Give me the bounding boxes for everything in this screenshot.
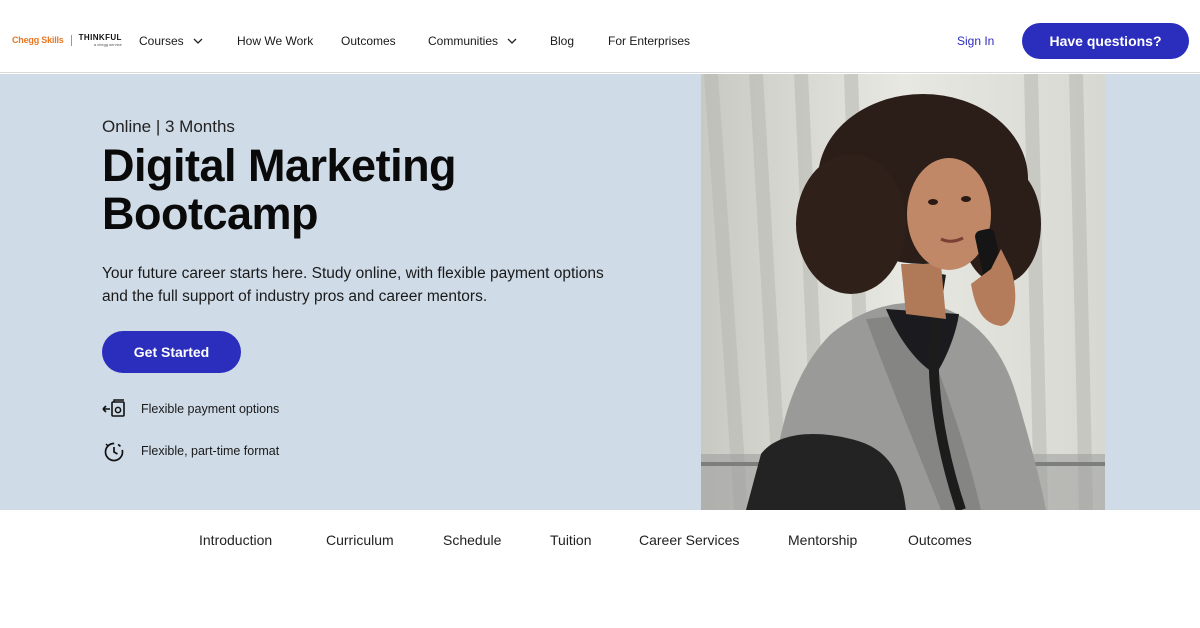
chevron-down-icon [507, 38, 517, 44]
have-questions-button[interactable]: Have questions? [1022, 23, 1189, 59]
tab-career-services[interactable]: Career Services [639, 532, 739, 548]
nav-blog[interactable]: Blog [550, 34, 574, 48]
nav-courses-label: Courses [139, 34, 184, 48]
nav-communities[interactable]: Communities [428, 34, 518, 48]
main-nav: Courses How We Work Outcomes Communities… [0, 0, 1200, 73]
clock-icon [102, 440, 126, 462]
nav-communities-label: Communities [428, 34, 499, 48]
page-title: Digital Marketing Bootcamp [102, 142, 662, 238]
feature-payment: Flexible payment options [102, 398, 279, 420]
tab-introduction[interactable]: Introduction [199, 532, 272, 548]
feature-payment-label: Flexible payment options [141, 402, 280, 416]
hero-description: Your future career starts here. Study on… [102, 262, 662, 308]
chevron-down-icon [193, 38, 203, 44]
section-tabs: Introduction Curriculum Schedule Tuition… [0, 510, 1200, 570]
page-title-line-1: Digital Marketing [102, 140, 457, 191]
nav-how-we-work[interactable]: How We Work [237, 34, 313, 48]
nav-for-enterprises[interactable]: For Enterprises [608, 34, 690, 48]
woman-on-phone-illustration [701, 74, 1105, 510]
get-started-button[interactable]: Get Started [102, 331, 241, 373]
feature-format-label: Flexible, part-time format [141, 444, 280, 458]
sign-in-link[interactable]: Sign In [957, 34, 994, 48]
site-header: Chegg Skills THINKFUL a chegg service Co… [0, 0, 1200, 73]
tab-tuition[interactable]: Tuition [550, 532, 592, 548]
tab-schedule[interactable]: Schedule [443, 532, 501, 548]
payment-icon [102, 398, 126, 420]
tab-outcomes[interactable]: Outcomes [908, 532, 972, 548]
tab-mentorship[interactable]: Mentorship [788, 532, 857, 548]
feature-format: Flexible, part-time format [102, 440, 279, 462]
nav-courses[interactable]: Courses [139, 34, 204, 48]
tab-curriculum[interactable]: Curriculum [326, 532, 394, 548]
nav-outcomes[interactable]: Outcomes [341, 34, 396, 48]
hero-description-line-2: and the full support of industry pros an… [102, 288, 488, 305]
page-title-line-2: Bootcamp [102, 188, 319, 239]
hero-description-line-1: Your future career starts here. Study on… [102, 265, 604, 282]
hero-photo [701, 74, 1105, 510]
course-meta: Online | 3 Months [102, 117, 235, 136]
